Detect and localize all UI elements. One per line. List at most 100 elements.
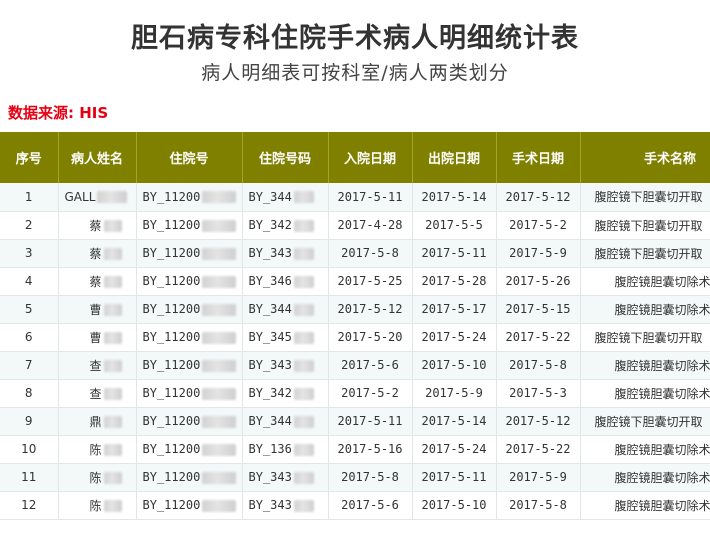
cell-inpatient-no: BY_11200 [136,323,243,352]
redacted-mask [293,387,314,400]
cell-inpatient-no: BY_11200 [136,491,243,520]
redacted-mask [103,220,122,232]
cell-inpatient-code: BY_345 [242,323,329,352]
cell-admit-date: 2017-5-8 [328,239,413,268]
cell-surgery-name: 腹腔镜胆囊切除术 [580,295,710,324]
cell-admit-date-text: 2017-4-28 [337,218,403,232]
cell-patient-name-text: 查 [89,386,102,401]
report-subtitle: 病人明细表可按科室/病人两类划分 [201,62,509,84]
cell-index: 7 [0,351,59,380]
cell-discharge-date: 2017-5-14 [412,183,497,212]
cell-surgery-name-text: 腹腔镜胆囊切除术 [614,358,710,373]
column-header-discharge-date[interactable]: 出院日期 [412,132,497,183]
cell-surgery-date: 2017-5-9 [496,239,581,268]
cell-index-text: 3 [24,246,33,260]
cell-surgery-date-text: 2017-5-12 [505,414,571,428]
table-row[interactable]: 6 曹 BY_11200 BY_345 2017-5-20 2017-5-24 2017-5… [0,323,710,352]
cell-index: 6 [0,323,59,352]
table-row[interactable]: 10 陈 BY_11200 BY_136 2017-5-16 2017-5-24 2017-… [0,435,710,464]
column-header-patient-name[interactable]: 病人姓名 [58,132,137,183]
table-row[interactable]: 1 GALL BY_11200 BY_344 2017-5-11 2017-5-14 201… [0,183,710,212]
cell-discharge-date: 2017-5-14 [412,407,497,436]
cell-inpatient-code-text: BY_343 [248,358,292,372]
cell-admit-date: 2017-5-2 [328,379,413,408]
cell-index-text: 8 [24,386,33,400]
cell-admit-date-text: 2017-5-8 [341,470,399,484]
cell-index: 10 [0,435,59,464]
cell-inpatient-code-text: BY_342 [248,218,292,232]
cell-patient-name: 陈 [58,491,137,520]
table-row[interactable]: 7 查 BY_11200 BY_343 2017-5-6 2017-5-10 2017-5-… [0,351,710,380]
cell-surgery-date: 2017-5-12 [496,183,581,212]
column-header-surgery-date[interactable]: 手术日期 [496,132,581,183]
cell-inpatient-no-text: BY_11200 [142,442,201,456]
cell-discharge-date: 2017-5-11 [412,463,497,492]
cell-admit-date: 2017-5-11 [328,407,413,436]
cell-surgery-date: 2017-5-9 [496,463,581,492]
cell-surgery-name: 腹腔镜胆囊切除术 [580,351,710,380]
cell-admit-date-text: 2017-5-11 [337,189,403,204]
cell-inpatient-code: BY_343 [242,463,329,492]
cell-surgery-date: 2017-5-2 [496,211,581,240]
cell-inpatient-no: BY_11200 [136,211,243,240]
redacted-mask [202,275,237,288]
redacted-mask [293,275,314,288]
cell-surgery-name: 腹腔镜下胆囊切开取 [580,183,710,212]
table-row[interactable]: 4 蔡 BY_11200 BY_346 2017-5-25 2017-5-28 2017-5… [0,267,710,296]
cell-admit-date: 2017-5-20 [328,323,413,352]
cell-surgery-date-text: 2017-5-12 [505,189,571,204]
cell-admit-date: 2017-5-6 [328,351,413,380]
patient-table-container[interactable]: 序号 病人姓名 住院号 住院号码 入院日期 出院日期 手术日期 手术名称 1 GA… [0,132,710,522]
table-row[interactable]: 9 鼎 BY_11200 BY_344 2017-5-11 2017-5-14 2017-5… [0,407,710,436]
cell-admit-date-text: 2017-5-16 [337,442,403,456]
cell-admit-date: 2017-5-8 [328,463,413,492]
cell-admit-date-text: 2017-5-20 [337,330,403,344]
cell-surgery-date-text: 2017-5-8 [509,498,567,512]
cell-discharge-date-text: 2017-5-14 [421,189,487,204]
redacted-mask [103,416,122,428]
cell-discharge-date-text: 2017-5-11 [421,246,487,260]
redacted-mask [103,444,122,456]
table-row[interactable]: 8 查 BY_11200 BY_342 2017-5-2 2017-5-9 2017-5-3… [0,379,710,408]
cell-surgery-date-text: 2017-5-15 [505,302,571,316]
cell-discharge-date-text: 2017-5-24 [421,330,487,344]
table-row[interactable]: 5 曹 BY_11200 BY_344 2017-5-12 2017-5-17 2017-5… [0,295,710,324]
cell-discharge-date: 2017-5-17 [412,295,497,324]
table-row[interactable]: 12 陈 BY_11200 BY_343 2017-5-6 2017-5-10 2017-5… [0,491,710,520]
cell-surgery-name-text: 腹腔镜下胆囊切开取 [594,330,703,345]
cell-patient-name-text: 蔡 [89,274,102,289]
column-header-admit-date[interactable]: 入院日期 [328,132,413,183]
report-title: 胆石病专科住院手术病人明细统计表 [131,23,579,54]
cell-surgery-date: 2017-5-12 [496,407,581,436]
cell-inpatient-code: BY_342 [242,379,329,408]
cell-surgery-name: 腹腔镜下胆囊切开取 [580,407,710,436]
cell-admit-date-text: 2017-5-25 [337,274,403,288]
table-header-row: 序号 病人姓名 住院号 住院号码 入院日期 出院日期 手术日期 手术名称 [0,132,710,183]
cell-patient-name-text: 蔡 [89,218,102,233]
column-header-surgery-name[interactable]: 手术名称 [580,132,710,183]
column-header-inpatient-no[interactable]: 住院号 [136,132,243,183]
cell-index: 1 [0,183,59,212]
cell-inpatient-code: BY_346 [242,267,329,296]
table-row[interactable]: 3 蔡 BY_11200 BY_343 2017-5-8 2017-5-11 2017-5-… [0,239,710,268]
cell-inpatient-no: BY_11200 [136,407,243,436]
redacted-mask [103,276,122,288]
column-header-index[interactable]: 序号 [0,132,59,183]
cell-admit-date: 2017-5-25 [328,267,413,296]
cell-index-text: 6 [24,330,33,344]
column-header-inpatient-code[interactable]: 住院号码 [242,132,329,183]
cell-inpatient-no-text: BY_11200 [142,414,201,428]
cell-index: 12 [0,491,59,520]
cell-inpatient-no-text: BY_11200 [142,274,201,288]
cell-inpatient-code: BY_343 [242,351,329,380]
cell-patient-name: GALL [58,183,137,212]
cell-patient-name: 陈 [58,435,137,464]
cell-index-text: 5 [24,302,33,316]
table-row[interactable]: 2 蔡 BY_11200 BY_342 2017-4-28 2017-5-5 2017-5-… [0,211,710,240]
redacted-mask [202,471,237,484]
cell-patient-name-text: 曹 [89,302,102,317]
table-row[interactable]: 11 陈 BY_11200 BY_343 2017-5-8 2017-5-11 2017-5… [0,463,710,492]
cell-patient-name-text: 曹 [89,330,102,345]
cell-surgery-name-text: 腹腔镜下胆囊切开取 [594,218,703,233]
cell-patient-name-text: 查 [89,358,102,373]
